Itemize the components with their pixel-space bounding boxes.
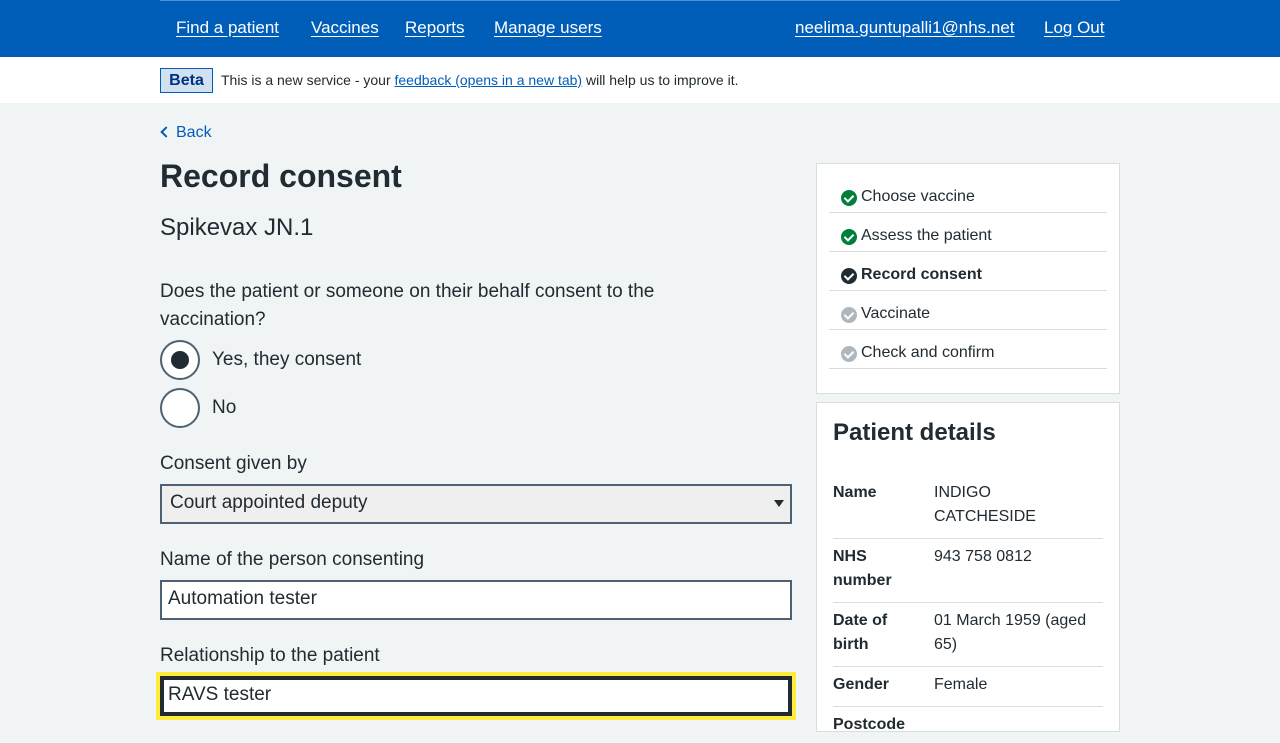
- consent-question: Does the patient or someone on their beh…: [160, 281, 655, 330]
- user-email-link[interactable]: neelima.guntupalli1@nhs.net: [795, 18, 1015, 38]
- logout-link[interactable]: Log Out: [1044, 18, 1105, 38]
- consenter-name-label: Name of the person consenting: [160, 549, 425, 570]
- radio-yes-label[interactable]: Yes, they consent: [212, 349, 361, 371]
- consent-given-by-select[interactable]: Court appointed deputy: [160, 484, 792, 524]
- patient-key: NHS number: [833, 548, 892, 589]
- patient-value: 943 758 0812: [934, 548, 1032, 565]
- patient-row-postcode: Postcode: [833, 713, 1103, 743]
- step-assess-patient: Assess the patient: [829, 213, 1107, 252]
- radio-selected-dot: [171, 351, 189, 369]
- patient-key: Gender: [833, 676, 890, 693]
- back-label: Back: [176, 124, 212, 141]
- patient-row-name: Name INDIGO CATCHESIDE: [833, 481, 1103, 539]
- check-circle-icon: [841, 190, 857, 206]
- radio-no-consent[interactable]: [160, 388, 200, 428]
- step-label: Choose vaccine: [861, 188, 975, 205]
- patient-row-dob: Date of birth 01 March 1959 (aged 65): [833, 609, 1103, 667]
- check-circle-icon: [841, 268, 857, 284]
- nav-vaccines-link[interactable]: Vaccines: [311, 18, 379, 38]
- check-circle-icon: [841, 346, 857, 362]
- vaccine-name: Spikevax JN.1: [160, 214, 314, 241]
- chevron-down-icon: [774, 500, 784, 507]
- patient-row-gender: Gender Female: [833, 673, 1103, 707]
- step-vaccinate: Vaccinate: [829, 291, 1107, 330]
- step-label: Record consent: [861, 266, 982, 283]
- patient-row-nhs-number: NHS number 943 758 0812: [833, 545, 1103, 603]
- beta-tag: Beta: [160, 68, 213, 93]
- patient-key: Date of birth: [833, 612, 888, 653]
- consenter-name-input[interactable]: Automation tester: [160, 580, 792, 620]
- radio-yes-consent[interactable]: [160, 340, 200, 380]
- beta-text-after: will help us to improve it.: [582, 72, 739, 88]
- consent-given-by-label: Consent given by: [160, 453, 307, 474]
- patient-details-title: Patient details: [833, 419, 996, 446]
- progress-steps: Choose vaccine Assess the patient Record…: [816, 163, 1120, 394]
- step-record-consent: Record consent: [829, 252, 1107, 291]
- relationship-input[interactable]: RAVS tester: [156, 672, 796, 720]
- step-choose-vaccine: Choose vaccine: [829, 174, 1107, 213]
- patient-details-card: Patient details Name INDIGO CATCHESIDE N…: [816, 402, 1120, 733]
- feedback-link[interactable]: feedback (opens in a new tab): [395, 72, 583, 88]
- step-label: Assess the patient: [861, 227, 992, 244]
- radio-no-label[interactable]: No: [212, 397, 236, 419]
- patient-value: 01 March 1959 (aged 65): [934, 612, 1087, 653]
- patient-key: Postcode: [833, 716, 906, 733]
- patient-value: INDIGO CATCHESIDE: [934, 484, 1036, 525]
- back-link[interactable]: Back: [160, 124, 212, 142]
- beta-message: This is a new service - your feedback (o…: [221, 72, 738, 88]
- page-title: Record consent: [160, 158, 402, 194]
- header-nav: Find a patient Vaccines Reports Manage u…: [160, 0, 1120, 57]
- consent-given-by-value: Court appointed deputy: [170, 492, 368, 513]
- nav-find-patient-link[interactable]: Find a patient: [176, 18, 279, 38]
- relationship-label: Relationship to the patient: [160, 645, 380, 666]
- patient-value: Female: [934, 676, 988, 693]
- step-label: Check and confirm: [861, 344, 995, 361]
- chevron-left-icon: [160, 126, 172, 138]
- nav-manage-users-link[interactable]: Manage users: [494, 18, 602, 38]
- check-circle-icon: [841, 229, 857, 245]
- step-label: Vaccinate: [861, 305, 931, 322]
- nav-reports-link[interactable]: Reports: [405, 18, 465, 38]
- beta-text-before: This is a new service - your: [221, 72, 395, 88]
- step-check-confirm: Check and confirm: [829, 330, 1107, 369]
- check-circle-icon: [841, 307, 857, 323]
- header-bar: Find a patient Vaccines Reports Manage u…: [0, 0, 1280, 57]
- beta-banner: Beta This is a new service - your feedba…: [0, 57, 1280, 103]
- patient-key: Name: [833, 484, 877, 501]
